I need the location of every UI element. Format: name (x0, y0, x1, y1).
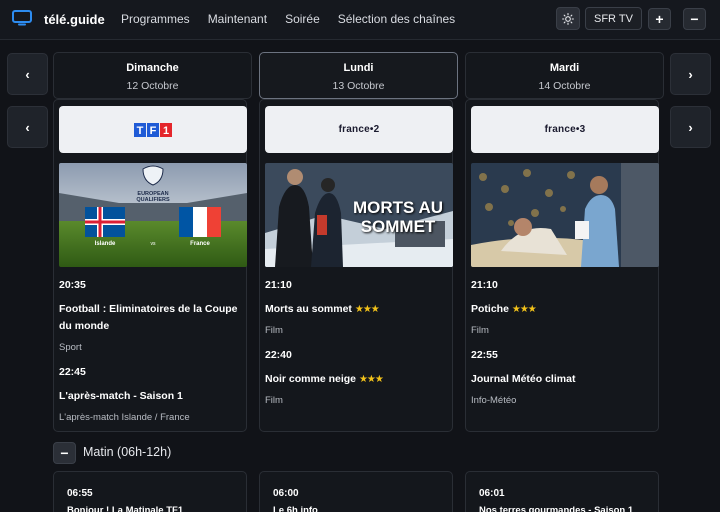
program-genre: Film (265, 325, 283, 336)
program-title-row: Morts au sommet ★★★ (265, 301, 453, 318)
day-date: 12 Octobre (126, 80, 179, 92)
tv-logo-icon (12, 10, 32, 26)
rating-stars: ★★★ (354, 304, 380, 315)
program-title: Potiche (471, 303, 509, 315)
day-name: Dimanche (126, 62, 179, 74)
thumb-caption: MORTS AU SOMMET (352, 198, 444, 236)
program-thumbnail[interactable]: EUROPEAN QUALIFIERS Islande vs France (59, 163, 247, 267)
program-time: 06:00 (273, 488, 299, 499)
prev-day-button[interactable]: ‹ (7, 53, 48, 95)
program-item[interactable]: 22:55 Journal Météo climat Info-Météo (471, 349, 659, 406)
program-genre: Film (265, 395, 283, 406)
program-time: 22:40 (265, 349, 292, 361)
day-name: Mardi (549, 62, 580, 74)
program-title: Bonjour ! La Matinale TF1 (67, 505, 184, 512)
svg-text:1: 1 (163, 125, 169, 137)
rating-stars: ★★★ (511, 304, 537, 315)
thumb-team-right: France (190, 241, 210, 247)
collapse-section-button[interactable]: − (53, 442, 76, 464)
section-title: Matin (06h-12h) (83, 445, 172, 459)
program-item[interactable]: 20:35 Football : Eliminatoires de la Cou… (59, 279, 247, 353)
tf1-logo: T F 1 (134, 122, 172, 137)
thumb-title: MORTS AU SOMMET (349, 199, 447, 237)
france3-logo: france•3 (544, 124, 586, 135)
program-time: 06:01 (479, 488, 505, 499)
provider-select[interactable]: SFR TV (585, 7, 642, 30)
program-thumbnail[interactable]: MORTS AU SOMMET (265, 163, 453, 267)
top-bar: télé.guide Programmes Maintenant Soirée … (0, 0, 720, 40)
program-thumbnail[interactable] (471, 163, 659, 267)
program-title-row: Potiche ★★★ (471, 301, 659, 318)
morning-program-tf1[interactable]: 06:55 Bonjour ! La Matinale TF1 (53, 471, 247, 512)
nav-selection-chaines[interactable]: Sélection des chaînes (338, 12, 455, 26)
add-button[interactable]: + (648, 8, 671, 30)
nav-maintenant[interactable]: Maintenant (208, 12, 267, 26)
remove-button[interactable]: − (683, 8, 706, 30)
channel-logo-france3[interactable]: france•3 (471, 106, 659, 153)
morning-program-france3[interactable]: 06:01 Nos terres gourmandes - Saison 1 (465, 471, 659, 512)
program-time: 22:45 (59, 366, 86, 378)
main-nav: Programmes Maintenant Soirée Sélection d… (121, 12, 473, 26)
program-title: L'après-match - Saison 1 (59, 390, 183, 402)
channel-column-france2: france•2 MORTS AU SOMMET 21:10 Morts au … (259, 99, 453, 432)
day-mardi[interactable]: Mardi 14 Octobre (465, 52, 664, 99)
next-day-button[interactable]: › (670, 53, 711, 95)
channel-column-tf1: T F 1 EUROPEAN QUALIFIERS Islande vs Fra… (53, 99, 247, 432)
program-time: 22:55 (471, 349, 498, 361)
program-time: 21:10 (265, 279, 292, 291)
channel-column-france3: france•3 21:10 Potiche ★★★ Film 22:55 Jo… (465, 99, 659, 432)
program-title: Football : Eliminatoires de la Coupe du … (59, 303, 238, 332)
program-genre: Sport (59, 342, 82, 353)
program-genre: L'après-match Islande / France (59, 412, 190, 423)
program-title: Nos terres gourmandes - Saison 1 (479, 505, 634, 512)
morning-program-france2[interactable]: 06:00 Le 6h info (259, 471, 453, 512)
svg-text:F: F (150, 125, 157, 137)
svg-text:T: T (137, 125, 144, 137)
program-item[interactable]: 21:10 Potiche ★★★ Film (471, 279, 659, 336)
thumb-caption: EUROPEAN QUALIFIERS (136, 191, 170, 203)
program-title: Le 6h info (273, 505, 318, 512)
channel-logo-tf1[interactable]: T F 1 (59, 106, 247, 153)
program-title: Morts au sommet (265, 303, 352, 315)
sun-icon (562, 12, 574, 25)
program-title: Journal Météo climat (471, 373, 576, 385)
day-date: 13 Octobre (332, 80, 385, 92)
next-channels-button[interactable]: › (670, 106, 711, 148)
day-name: Lundi (343, 62, 374, 74)
program-time: 06:55 (67, 488, 93, 499)
france2-logo: france•2 (338, 124, 380, 135)
day-lundi[interactable]: Lundi 13 Octobre (259, 52, 458, 99)
day-date: 14 Octobre (538, 80, 591, 92)
prev-channels-button[interactable]: ‹ (7, 106, 48, 148)
program-item[interactable]: 21:10 Morts au sommet ★★★ Film (265, 279, 453, 336)
rating-stars: ★★★ (358, 374, 384, 385)
program-time: 21:10 (471, 279, 498, 291)
brand-name[interactable]: télé.guide (44, 12, 105, 27)
program-title-row: Noir comme neige ★★★ (265, 371, 453, 388)
theme-toggle-button[interactable] (556, 7, 580, 30)
day-dimanche[interactable]: Dimanche 12 Octobre (53, 52, 252, 99)
nav-soiree[interactable]: Soirée (285, 12, 320, 26)
program-genre: Info-Météo (471, 395, 517, 406)
thumb-team-left: Islande (94, 241, 116, 247)
thumb-vs: vs (150, 241, 156, 247)
program-item[interactable]: 22:45 L'après-match - Saison 1 L'après-m… (59, 366, 247, 423)
channel-logo-france2[interactable]: france•2 (265, 106, 453, 153)
program-item[interactable]: 22:40 Noir comme neige ★★★ Film (265, 349, 453, 406)
program-time: 20:35 (59, 279, 86, 291)
program-title: Noir comme neige (265, 373, 357, 385)
program-genre: Film (471, 325, 489, 336)
nav-programmes[interactable]: Programmes (121, 12, 190, 26)
